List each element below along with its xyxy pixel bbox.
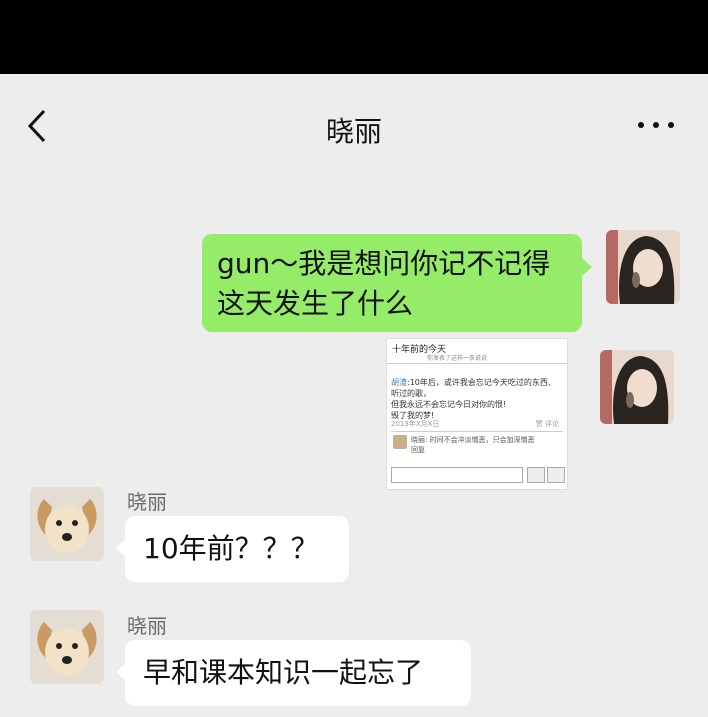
message-bubble-other[interactable]: 10年前？？？ <box>125 516 349 582</box>
message-bubble-other[interactable]: 早和课本知识一起忘了 <box>125 640 471 706</box>
bubble-tail <box>582 258 592 276</box>
contact-avatar[interactable] <box>30 487 104 561</box>
screenshot-like-icon <box>547 467 565 483</box>
my-avatar[interactable] <box>606 230 680 304</box>
sender-name: 晓丽 <box>127 614 167 638</box>
screenshot-post-line1: :10年后，或许我会忘记今天吃过的东西、 <box>407 378 556 387</box>
screenshot-header: 十年前的今天 你发表了这样一条说说 <box>387 339 567 364</box>
screenshot-post: 胡渣:10年后，或许我会忘记今天吃过的东西、 听过的歌， 但我永远不会忘记今日对… <box>391 377 563 421</box>
status-bar <box>0 0 708 74</box>
message-text-line2: 这天发生了什么 <box>217 287 414 320</box>
screenshot-post-line3: 但我永远不会忘记今日对你的恨! <box>391 400 507 409</box>
my-avatar[interactable] <box>600 350 674 424</box>
chat-title: 晓丽 <box>325 115 382 148</box>
message-text: 10年前？？？ <box>143 532 319 565</box>
message-text-line1: gun～我是想问你记不记得 <box>217 247 551 280</box>
screenshot-reply-text: 晓丽: 时间不会冲淡憎恶，只会加深憎恶 <box>411 436 535 444</box>
screenshot-subtitle: 你发表了这样一条说说 <box>427 355 488 362</box>
screenshot-post-line2: 听过的歌， <box>391 389 431 398</box>
screenshot-reply-avatar <box>393 435 407 449</box>
screenshot-reply-action: 回复 <box>411 446 425 454</box>
screenshot-author: 胡渣 <box>391 378 407 387</box>
screenshot-footer: 2013年X月X日 赞 评论 <box>391 419 563 432</box>
screenshot-date: 2013年X月X日 <box>391 420 440 428</box>
contact-avatar[interactable] <box>30 610 104 684</box>
screenshot-input <box>391 467 523 483</box>
message-text: 早和课本知识一起忘了 <box>143 656 424 689</box>
screenshot-actions: 赞 评论 <box>535 420 559 428</box>
image-message-screenshot[interactable]: 十年前的今天 你发表了这样一条说说 胡渣:10年后，或许我会忘记今天吃过的东西、… <box>386 338 568 490</box>
chat-header: 晓丽 <box>0 74 708 178</box>
sender-name: 晓丽 <box>127 490 167 514</box>
screenshot-emoji-icon <box>527 467 545 483</box>
more-dots-icon[interactable] <box>632 112 680 136</box>
message-bubble-me[interactable]: gun～我是想问你记不记得 这天发生了什么 <box>202 234 582 332</box>
